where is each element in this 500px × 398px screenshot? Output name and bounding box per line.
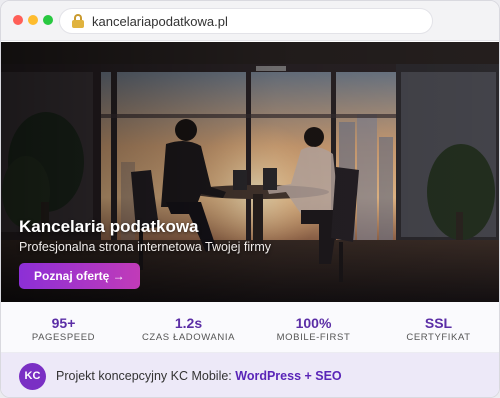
- hero-section: Kancelaria podatkowa Profesjonalna stron…: [1, 42, 499, 302]
- stat-value: 100%: [295, 315, 332, 331]
- footer-text: Projekt koncepcyjny KC Mobile: WordPress…: [56, 369, 342, 383]
- hero-subtitle: Profesjonalna strona internetowa Twojej …: [19, 240, 271, 254]
- footer-highlight: WordPress + SEO: [235, 369, 342, 383]
- stat-label: MOBILE-FIRST: [276, 332, 351, 343]
- stat-ssl: SSL CERTYFIKAT: [376, 302, 499, 352]
- stat-label: CZAS ŁADOWANIA: [141, 332, 236, 343]
- kc-logo-badge: KC: [19, 362, 46, 390]
- footer-caption: Projekt koncepcyjny KC Mobile:: [56, 369, 236, 383]
- stat-value: SSL: [424, 315, 453, 331]
- stat-label: CERTYFIKAT: [406, 332, 471, 343]
- lock-icon: [72, 14, 84, 28]
- url-text: kancelariapodatkowa.pl: [92, 13, 228, 29]
- stat-value: 1.2s: [174, 315, 203, 331]
- stat-mobile-first: 100% MOBILE-FIRST: [251, 302, 376, 352]
- offer-cta-button[interactable]: Poznaj ofertę →: [19, 263, 140, 289]
- minimize-window-button[interactable]: [28, 15, 38, 25]
- close-window-button[interactable]: [13, 15, 23, 25]
- address-bar[interactable]: kancelariapodatkowa.pl: [59, 8, 433, 34]
- hero-title: Kancelaria podatkowa: [19, 217, 199, 236]
- maximize-window-button[interactable]: [43, 15, 53, 25]
- browser-titlebar: kancelariapodatkowa.pl: [1, 1, 499, 41]
- stat-label: PAGESPEED: [31, 332, 96, 343]
- stat-pagespeed: 95+ PAGESPEED: [1, 302, 126, 352]
- stats-bar: 95+ PAGESPEED 1.2s CZAS ŁADOWANIA 100% M…: [1, 302, 499, 353]
- browser-window: kancelariapodatkowa.pl Kancelaria podatk…: [0, 0, 500, 398]
- stat-value: 95+: [51, 315, 76, 331]
- footer-bar: KC Projekt koncepcyjny KC Mobile: WordPr…: [1, 353, 499, 397]
- stat-load-time: 1.2s CZAS ŁADOWANIA: [126, 302, 251, 352]
